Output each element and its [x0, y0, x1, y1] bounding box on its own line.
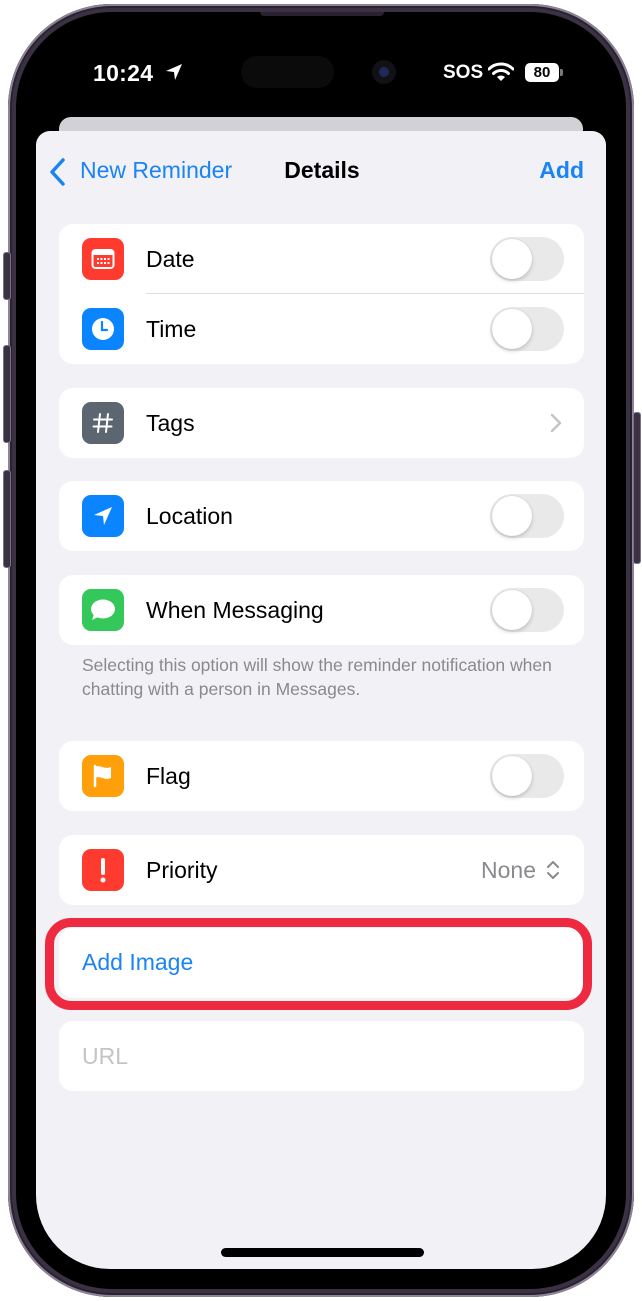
page-title: Details	[284, 157, 360, 183]
location-group: Location	[59, 481, 584, 551]
flag-icon	[82, 755, 124, 797]
exclamation-icon	[82, 849, 124, 891]
flag-toggle[interactable]	[490, 754, 564, 798]
battery-nub	[560, 69, 563, 76]
priority-label: Priority	[146, 857, 218, 883]
url-field[interactable]	[59, 1021, 584, 1091]
add-image-button[interactable]: Add Image	[82, 949, 193, 976]
date-toggle[interactable]	[490, 237, 564, 281]
flag-label: Flag	[146, 763, 191, 789]
battery-indicator: 80	[525, 63, 559, 82]
url-input[interactable]	[82, 1021, 562, 1091]
back-button[interactable]: New Reminder	[80, 157, 232, 184]
tags-label: Tags	[146, 410, 195, 436]
front-camera	[372, 60, 396, 84]
speaker-grille	[260, 12, 384, 16]
date-label: Date	[146, 246, 195, 272]
date-time-group: Date Time	[59, 224, 584, 364]
status-time: 10:24	[93, 60, 154, 86]
location-services-icon	[166, 64, 182, 80]
tags-group: Tags	[59, 388, 584, 458]
clock-icon	[82, 308, 124, 350]
time-toggle[interactable]	[490, 307, 564, 351]
location-toggle[interactable]	[490, 494, 564, 538]
time-label: Time	[146, 316, 197, 342]
priority-group: Priority None	[59, 835, 584, 905]
home-indicator[interactable]	[221, 1248, 424, 1257]
dynamic-island	[241, 56, 334, 88]
volume-up-button	[3, 345, 11, 443]
location-row[interactable]: Location	[59, 481, 584, 551]
wifi-icon	[488, 62, 514, 81]
flag-row[interactable]: Flag	[59, 741, 584, 811]
up-down-chevron-icon[interactable]	[546, 859, 560, 881]
screen: 10:24 SOS 80 New Reminder Details Add Da…	[36, 32, 606, 1269]
messaging-toggle[interactable]	[490, 588, 564, 632]
priority-value[interactable]: None	[481, 857, 536, 884]
add-button[interactable]: Add	[539, 157, 584, 184]
status-sos: SOS	[443, 62, 484, 83]
navigation-bar: New Reminder Details Add	[36, 131, 606, 211]
message-bubble-icon	[82, 589, 124, 631]
time-row[interactable]: Time	[59, 294, 584, 364]
details-sheet: New Reminder Details Add Date Time Tags …	[36, 131, 606, 1269]
flag-group: Flag	[59, 741, 584, 811]
chevron-right-icon	[550, 413, 562, 433]
power-button	[633, 412, 641, 564]
date-row[interactable]: Date	[59, 224, 584, 294]
volume-down-button	[3, 470, 11, 568]
priority-row[interactable]: Priority None	[59, 835, 584, 905]
messaging-row[interactable]: When Messaging	[59, 575, 584, 645]
location-arrow-icon	[82, 495, 124, 537]
back-chevron-icon[interactable]	[48, 158, 66, 186]
messaging-group: When Messaging	[59, 575, 584, 645]
hashtag-icon	[82, 402, 124, 444]
status-bar: 10:24 SOS 80	[36, 32, 606, 112]
calendar-icon	[82, 238, 124, 280]
location-label: Location	[146, 503, 233, 529]
messaging-footnote: Selecting this option will show the remi…	[82, 655, 552, 699]
messaging-label: When Messaging	[146, 597, 324, 623]
action-button	[3, 252, 11, 300]
tags-row[interactable]: Tags	[59, 388, 584, 458]
